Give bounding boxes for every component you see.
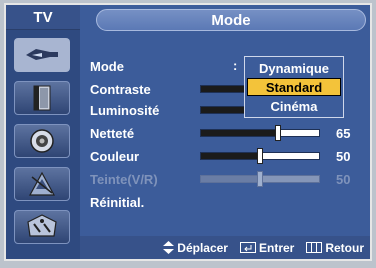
nettete-slider[interactable] bbox=[200, 125, 320, 141]
setup-icon bbox=[27, 214, 57, 237]
teinte-slider-thumb bbox=[257, 171, 263, 187]
channel-icon bbox=[28, 171, 56, 196]
mode-option-standard[interactable]: Standard bbox=[247, 78, 341, 96]
up-down-arrow-icon bbox=[163, 241, 175, 254]
couleur-slider-fill bbox=[201, 153, 260, 159]
move-hint: Déplacer bbox=[177, 240, 228, 255]
sidebar-item-sound[interactable] bbox=[14, 81, 70, 115]
mode-dropdown[interactable]: Dynamique Standard Cinéma bbox=[244, 56, 344, 118]
sidebar-item-channel[interactable] bbox=[14, 167, 70, 201]
mode-option-dynamique[interactable]: Dynamique bbox=[247, 59, 341, 77]
tv-screen-frame: TV Mode Mode: Contraste Luminosité Nett… bbox=[4, 3, 372, 261]
return-hint: Retour bbox=[325, 240, 364, 255]
return-icon bbox=[306, 242, 323, 253]
reinitial-label: Réinitial. bbox=[90, 194, 145, 210]
osd-menu: TV Mode Mode: Contraste Luminosité Nett… bbox=[6, 5, 370, 259]
menu-item-contraste[interactable]: Contraste bbox=[90, 79, 182, 99]
couleur-value: 50 bbox=[336, 149, 351, 164]
couleur-slider[interactable] bbox=[200, 148, 320, 164]
sidebar-item-picture[interactable] bbox=[14, 38, 70, 72]
teinte-slider bbox=[200, 171, 320, 187]
source-label: TV bbox=[6, 5, 80, 30]
contraste-label: Contraste bbox=[90, 81, 151, 97]
menu-item-teinte: Teinte(V/R) bbox=[90, 169, 182, 189]
menu-content: Mode : Contraste Luminosité Netteté 65 C… bbox=[80, 30, 370, 236]
sidebar-item-speaker[interactable] bbox=[14, 124, 70, 158]
mode-option-cinema[interactable]: Cinéma bbox=[247, 97, 341, 115]
speaker-icon bbox=[30, 129, 54, 153]
enter-hint: Entrer bbox=[258, 240, 295, 255]
picture-icon bbox=[26, 49, 58, 60]
nettete-label: Netteté bbox=[90, 125, 135, 141]
menu-title: Mode bbox=[96, 9, 366, 31]
sidebar-item-setup[interactable] bbox=[14, 210, 70, 244]
mode-colon: : bbox=[233, 58, 238, 73]
menu-item-luminosite[interactable]: Luminosité bbox=[90, 100, 182, 120]
mode-label: Mode bbox=[90, 58, 124, 74]
sidebar bbox=[6, 30, 80, 259]
teinte-label: Teinte(V/R) bbox=[90, 171, 158, 187]
mode-row[interactable]: Mode bbox=[90, 56, 182, 76]
footer-help-bar: Déplacer Entrer Retour bbox=[80, 236, 370, 259]
luminosite-label: Luminosité bbox=[90, 102, 160, 118]
couleur-slider-thumb[interactable] bbox=[257, 148, 263, 164]
menu-item-reinitial[interactable]: Réinitial. bbox=[90, 192, 182, 212]
enter-icon bbox=[239, 242, 256, 253]
menu-item-nettete[interactable]: Netteté bbox=[90, 123, 182, 143]
menu-item-couleur[interactable]: Couleur bbox=[90, 146, 182, 166]
nettete-slider-thumb[interactable] bbox=[274, 125, 281, 141]
sound-icon bbox=[33, 85, 51, 111]
nettete-slider-fill bbox=[201, 130, 278, 136]
teinte-value: 50 bbox=[336, 172, 351, 187]
couleur-label: Couleur bbox=[90, 148, 140, 164]
nettete-value: 65 bbox=[336, 126, 351, 141]
teinte-slider-fill bbox=[201, 176, 260, 182]
